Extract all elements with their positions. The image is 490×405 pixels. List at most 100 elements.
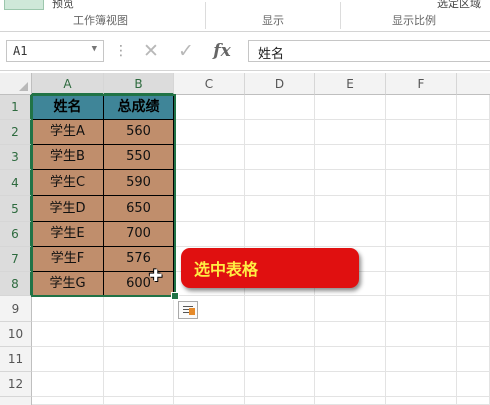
grid-cell[interactable] xyxy=(315,322,386,347)
grid-cell[interactable] xyxy=(457,272,490,296)
table-cell-name[interactable]: 学生C xyxy=(32,170,104,196)
grid-cell[interactable] xyxy=(457,247,490,272)
grid-cell[interactable] xyxy=(315,120,386,145)
grid-cell[interactable] xyxy=(315,347,386,372)
x-icon[interactable]: ✕ xyxy=(139,40,163,62)
grid-cell[interactable] xyxy=(174,372,245,397)
table-cell-score[interactable]: 650 xyxy=(104,196,174,222)
grid-cell[interactable] xyxy=(315,170,386,196)
grid-cell[interactable] xyxy=(174,95,245,120)
grid-cell[interactable] xyxy=(32,397,104,405)
table-header-score[interactable]: 总成绩 xyxy=(104,95,174,120)
grid-cell[interactable] xyxy=(386,372,457,397)
grid-cell[interactable] xyxy=(457,95,490,120)
table-cell-name[interactable]: 学生A xyxy=(32,120,104,145)
row-header-6[interactable]: 6 xyxy=(0,222,32,247)
grid-cell[interactable] xyxy=(174,222,245,247)
grid-cell[interactable] xyxy=(315,145,386,170)
formula-input[interactable]: 姓名 xyxy=(248,40,490,62)
grid-cell[interactable] xyxy=(457,397,490,405)
grid-cell[interactable] xyxy=(386,196,457,222)
table-cell-name[interactable]: 学生B xyxy=(32,145,104,170)
grid-cell[interactable] xyxy=(245,372,315,397)
table-cell-score[interactable]: 576 xyxy=(104,247,174,272)
column-header-c[interactable]: C xyxy=(174,73,245,95)
grid-cell[interactable] xyxy=(174,196,245,222)
grid-cell[interactable] xyxy=(386,170,457,196)
row-header-1[interactable]: 1 xyxy=(0,95,32,120)
grid-cell[interactable] xyxy=(386,296,457,322)
grid-cell[interactable] xyxy=(104,296,174,322)
grid-cell[interactable] xyxy=(32,322,104,347)
grid-cell[interactable] xyxy=(457,145,490,170)
grid-cell[interactable] xyxy=(386,397,457,405)
grid-cell[interactable] xyxy=(245,196,315,222)
table-cell-score[interactable]: 560 xyxy=(104,120,174,145)
grid-cell[interactable] xyxy=(457,222,490,247)
grid-cell[interactable] xyxy=(174,145,245,170)
grid-cell[interactable] xyxy=(245,322,315,347)
row-header-10[interactable]: 10 xyxy=(0,322,32,347)
table-cell-name[interactable]: 学生F xyxy=(32,247,104,272)
table-cell-score[interactable]: 550 xyxy=(104,145,174,170)
grid-cell[interactable] xyxy=(457,170,490,196)
grid-cell[interactable] xyxy=(245,397,315,405)
select-all-button[interactable] xyxy=(0,73,32,95)
grid-cell[interactable] xyxy=(457,296,490,322)
grid-cell[interactable] xyxy=(174,397,245,405)
grid-cell[interactable] xyxy=(315,296,386,322)
grid-cell[interactable] xyxy=(104,397,174,405)
grid-cell[interactable] xyxy=(104,347,174,372)
grid-cell[interactable] xyxy=(174,170,245,196)
grid-cell[interactable] xyxy=(315,95,386,120)
grid-cell[interactable] xyxy=(245,222,315,247)
grid-cell[interactable] xyxy=(386,247,457,272)
table-cell-score[interactable]: 590 xyxy=(104,170,174,196)
table-cell-score[interactable]: 700 xyxy=(104,222,174,247)
row-header-3[interactable]: 3 xyxy=(0,145,32,170)
row-header-4[interactable]: 4 xyxy=(0,170,32,196)
grid-cell[interactable] xyxy=(245,296,315,322)
grid-cell[interactable] xyxy=(32,296,104,322)
row-header-13[interactable] xyxy=(0,397,32,405)
grid-cell[interactable] xyxy=(386,95,457,120)
preview-icon[interactable] xyxy=(4,0,44,10)
name-box[interactable]: A1 ▼ xyxy=(6,40,104,62)
grid-cell[interactable] xyxy=(245,145,315,170)
column-header-a[interactable]: A xyxy=(32,73,104,95)
quick-analysis-icon[interactable] xyxy=(178,301,198,319)
insert-function-button[interactable]: fx xyxy=(210,40,234,62)
column-header-e[interactable]: E xyxy=(315,73,386,95)
grid-cell[interactable] xyxy=(386,145,457,170)
grid-cell[interactable] xyxy=(315,222,386,247)
grid-cell[interactable] xyxy=(386,120,457,145)
table-cell-score[interactable]: 600 xyxy=(104,272,174,296)
table-cell-name[interactable]: 学生D xyxy=(32,196,104,222)
grid-cell[interactable] xyxy=(386,347,457,372)
selection-zoom-label[interactable]: 选定区域 xyxy=(437,0,481,11)
grid-cell[interactable] xyxy=(32,372,104,397)
grid-cell[interactable] xyxy=(386,272,457,296)
grid-cell[interactable] xyxy=(457,196,490,222)
grid-cell[interactable] xyxy=(245,170,315,196)
table-cell-name[interactable]: 学生E xyxy=(32,222,104,247)
grid-cell[interactable] xyxy=(386,222,457,247)
column-header-g[interactable] xyxy=(457,73,490,95)
column-header-b[interactable]: B xyxy=(104,73,174,95)
grid-cell[interactable] xyxy=(174,322,245,347)
grid-cell[interactable] xyxy=(245,95,315,120)
grid-cell[interactable] xyxy=(245,347,315,372)
grid-cell[interactable] xyxy=(315,397,386,405)
grid-cell[interactable] xyxy=(174,347,245,372)
grid-cell[interactable] xyxy=(457,372,490,397)
row-header-12[interactable]: 12 xyxy=(0,372,32,397)
row-header-8[interactable]: 8 xyxy=(0,272,32,296)
grid-cell[interactable] xyxy=(104,372,174,397)
column-header-f[interactable]: F xyxy=(386,73,457,95)
column-header-d[interactable]: D xyxy=(245,73,315,95)
grid-cell[interactable] xyxy=(315,372,386,397)
row-header-11[interactable]: 11 xyxy=(0,347,32,372)
preview-button-label[interactable]: 预览 xyxy=(52,0,74,11)
row-header-9[interactable]: 9 xyxy=(0,296,32,322)
grid-cell[interactable] xyxy=(245,120,315,145)
